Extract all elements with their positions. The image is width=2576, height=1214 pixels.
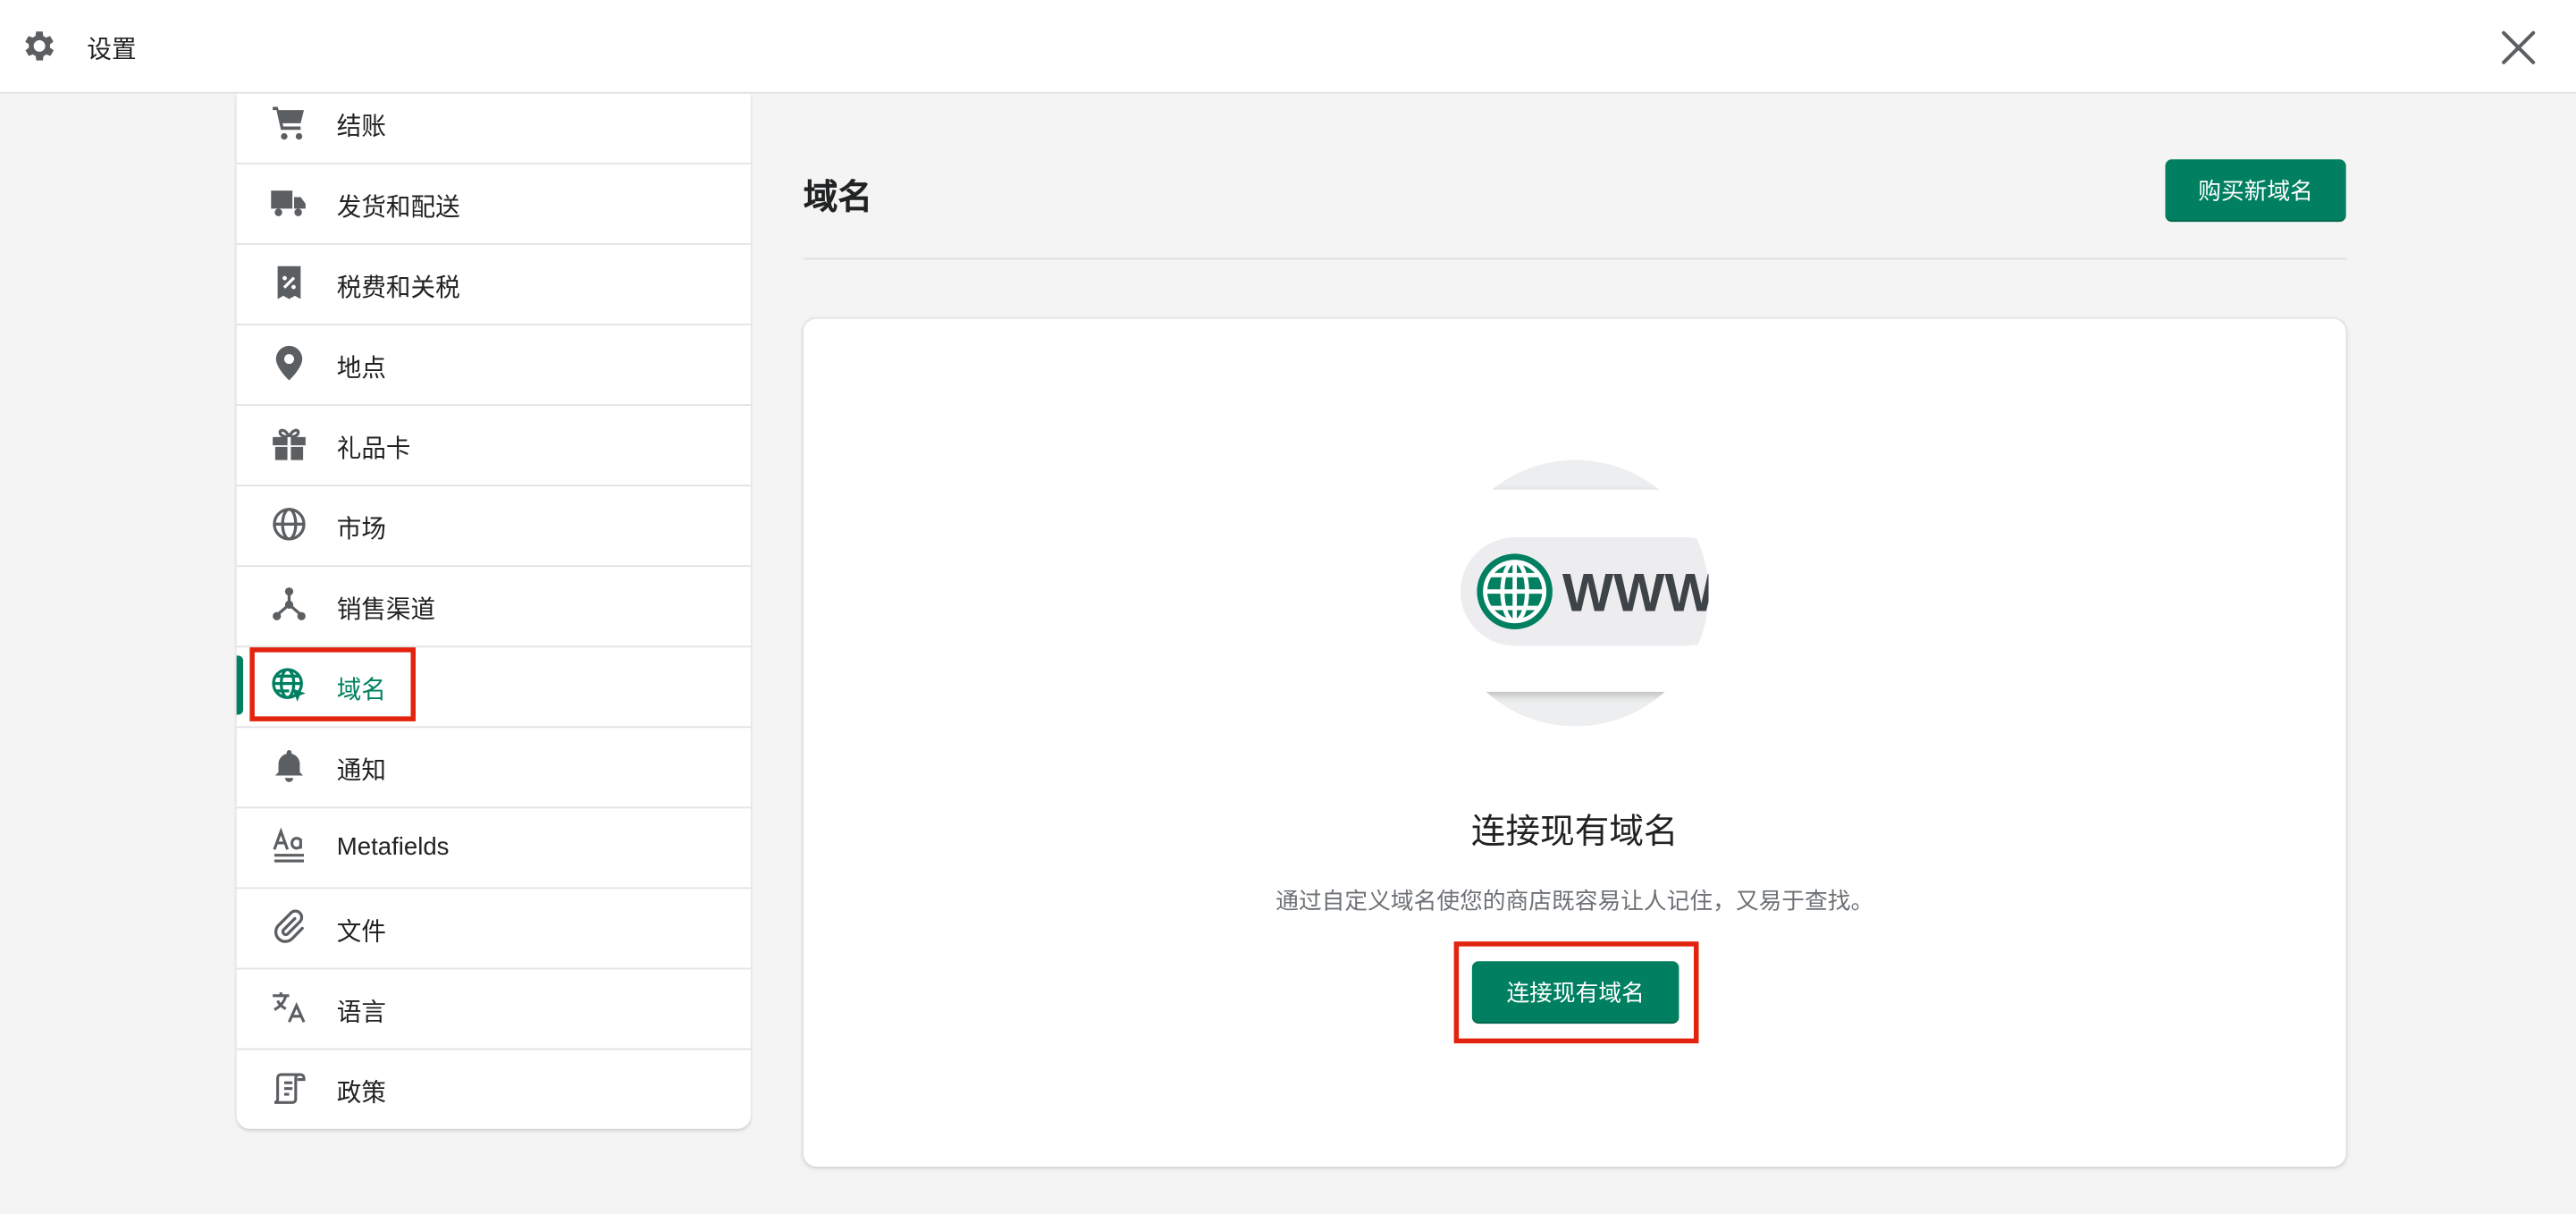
sidebar-item-languages[interactable]: 语言 — [236, 968, 751, 1050]
bell-icon — [274, 750, 304, 782]
highlight-box — [249, 647, 417, 721]
buy-domain-button[interactable]: 购买新域名 — [2165, 159, 2346, 223]
settings-header: 设置 — [0, 0, 2576, 94]
gift-icon — [273, 428, 306, 460]
divider — [803, 257, 2346, 260]
sidebar-item-notifications[interactable]: 通知 — [236, 726, 751, 809]
empty-state-title: 连接现有域名 — [1470, 813, 1679, 852]
sidebar-item-label: 销售渠道 — [336, 596, 436, 625]
policy-scroll-icon — [274, 1073, 306, 1104]
sidebar-item-files[interactable]: 文件 — [236, 888, 751, 970]
metafields-icon — [273, 827, 305, 863]
close-icon[interactable] — [2497, 26, 2540, 69]
sidebar-item-sales-channels[interactable]: 销售渠道 — [236, 565, 751, 648]
sidebar-item-label: 礼品卡 — [336, 435, 411, 464]
active-indicator — [236, 655, 244, 715]
www-illustration: WWW — [1442, 459, 1709, 727]
cart-icon — [273, 106, 305, 140]
sidebar-item-label: 文件 — [336, 918, 386, 947]
settings-sidebar: 结账 发货和配送 税费和关税 地点 礼品卡 市场 销售渠道 域名 通知 Meta… — [236, 93, 751, 1129]
sidebar-item-label: 税费和关税 — [336, 274, 460, 303]
sidebar-item-label: 结账 — [336, 113, 386, 142]
globe-icon — [1477, 553, 1553, 629]
paperclip-icon — [274, 909, 304, 943]
sidebar-item-label: 市场 — [336, 516, 386, 544]
sidebar-item-locations[interactable]: 地点 — [236, 324, 751, 406]
globe-grid-icon — [273, 508, 306, 541]
sidebar-item-shipping[interactable]: 发货和配送 — [236, 163, 751, 245]
sidebar-item-label: 语言 — [336, 999, 386, 1027]
sales-channels-icon — [273, 587, 306, 620]
sidebar-item-checkout[interactable]: 结账 — [236, 82, 751, 164]
gear-icon — [25, 31, 55, 61]
sidebar-item-label: 政策 — [336, 1079, 386, 1108]
svg-text:WWW: WWW — [1562, 562, 1709, 623]
location-pin-icon — [275, 345, 303, 381]
sidebar-item-label: Metafields — [336, 832, 450, 862]
sidebar-item-policies[interactable]: 政策 — [237, 1049, 751, 1129]
empty-state-description: 通过自定义域名使您的商店既容易让人记住，又易于查找。 — [1275, 887, 1874, 914]
tax-receipt-icon — [277, 266, 301, 299]
sidebar-item-taxes[interactable]: 税费和关税 — [236, 243, 751, 325]
sidebar-item-gift-cards[interactable]: 礼品卡 — [236, 404, 751, 487]
sidebar-item-label: 发货和配送 — [336, 193, 460, 223]
sidebar-item-label: 地点 — [336, 355, 386, 384]
sidebar-item-metafields[interactable]: Metafields — [236, 806, 751, 889]
page-title: 域名 — [803, 179, 872, 217]
truck-icon — [271, 190, 306, 216]
highlight-box — [1453, 941, 1699, 1044]
sidebar-item-markets[interactable]: 市场 — [236, 485, 751, 568]
sidebar-item-label: 通知 — [336, 757, 386, 786]
translate-icon — [273, 992, 306, 1023]
settings-title: 设置 — [87, 36, 137, 64]
